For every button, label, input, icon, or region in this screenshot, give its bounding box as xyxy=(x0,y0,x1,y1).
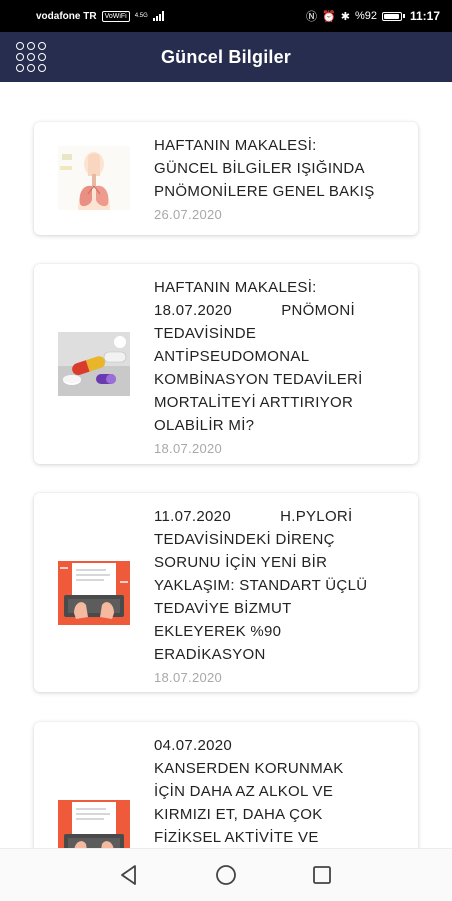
system-nav-bar xyxy=(0,848,452,901)
article-date: 26.07.2020 xyxy=(154,207,223,222)
network-type-label: 4.5G xyxy=(134,13,148,19)
article-title: 04.07.2020 KANSERDEN KORUNMAK İÇİN DAHA … xyxy=(154,737,344,846)
typing-laptop-illustration xyxy=(58,800,130,848)
home-circle-icon[interactable] xyxy=(214,863,238,887)
carrier-label: vodafone TR xyxy=(36,10,97,22)
article-title: HAFTANIN MAKALESİ: 18.07.2020 PNÖMONİ TE… xyxy=(154,279,363,434)
article-text: HAFTANIN MAKALESİ: 18.07.2020 PNÖMONİ TE… xyxy=(154,276,400,459)
battery-icon xyxy=(381,11,405,21)
vowifi-icon: VoWiFi xyxy=(101,10,130,22)
alarm-icon: ⏰ xyxy=(322,10,336,23)
article-date: 18.07.2020 xyxy=(154,441,223,456)
signal-bars-icon xyxy=(152,11,164,21)
app-bar: Güncel Bilgiler xyxy=(0,32,452,82)
grid-menu-button[interactable] xyxy=(14,41,48,73)
article-text: 04.07.2020 KANSERDEN KORUNMAK İÇİN DAHA … xyxy=(154,734,400,848)
recents-square-icon[interactable] xyxy=(310,863,334,887)
article-text: 11.07.2020 H.PYLORİ TEDAVİSİNDEKİ DİRENÇ… xyxy=(154,505,400,688)
article-title: 11.07.2020 H.PYLORİ TEDAVİSİNDEKİ DİRENÇ… xyxy=(154,508,368,663)
status-bar: vodafone TR VoWiFi 4.5G Ⓝ ⏰ ✱ %92 11:17 xyxy=(0,0,452,32)
article-card[interactable]: HAFTANIN MAKALESİ: 18.07.2020 PNÖMONİ TE… xyxy=(34,264,418,464)
back-triangle-icon[interactable] xyxy=(117,863,141,887)
article-date: 18.07.2020 xyxy=(154,670,223,685)
article-list[interactable]: HAFTANIN MAKALESİ: GÜNCEL BİLGİLER IŞIĞI… xyxy=(0,82,452,848)
bluetooth-icon: ✱ xyxy=(340,10,350,23)
page-title: Güncel Bilgiler xyxy=(160,47,292,67)
nfc-icon: Ⓝ xyxy=(306,11,318,23)
article-card[interactable]: 11.07.2020 H.PYLORİ TEDAVİSİNDEKİ DİRENÇ… xyxy=(34,493,418,692)
article-card[interactable]: HAFTANIN MAKALESİ: GÜNCEL BİLGİLER IŞIĞI… xyxy=(34,122,418,235)
lungs-illustration xyxy=(58,146,130,210)
article-text: HAFTANIN MAKALESİ: GÜNCEL BİLGİLER IŞIĞI… xyxy=(154,134,400,225)
status-left: vodafone TR VoWiFi 4.5G xyxy=(36,10,164,22)
article-card[interactable]: 04.07.2020 KANSERDEN KORUNMAK İÇİN DAHA … xyxy=(34,722,418,848)
status-right: Ⓝ ⏰ ✱ %92 11:17 xyxy=(306,8,440,24)
pills-illustration xyxy=(58,332,130,396)
battery-percent: %92 xyxy=(354,10,377,22)
typing-laptop-illustration xyxy=(58,561,130,625)
article-title: HAFTANIN MAKALESİ: GÜNCEL BİLGİLER IŞIĞI… xyxy=(154,137,375,200)
clock: 11:17 xyxy=(409,9,440,23)
grid-menu-icon xyxy=(16,42,24,50)
